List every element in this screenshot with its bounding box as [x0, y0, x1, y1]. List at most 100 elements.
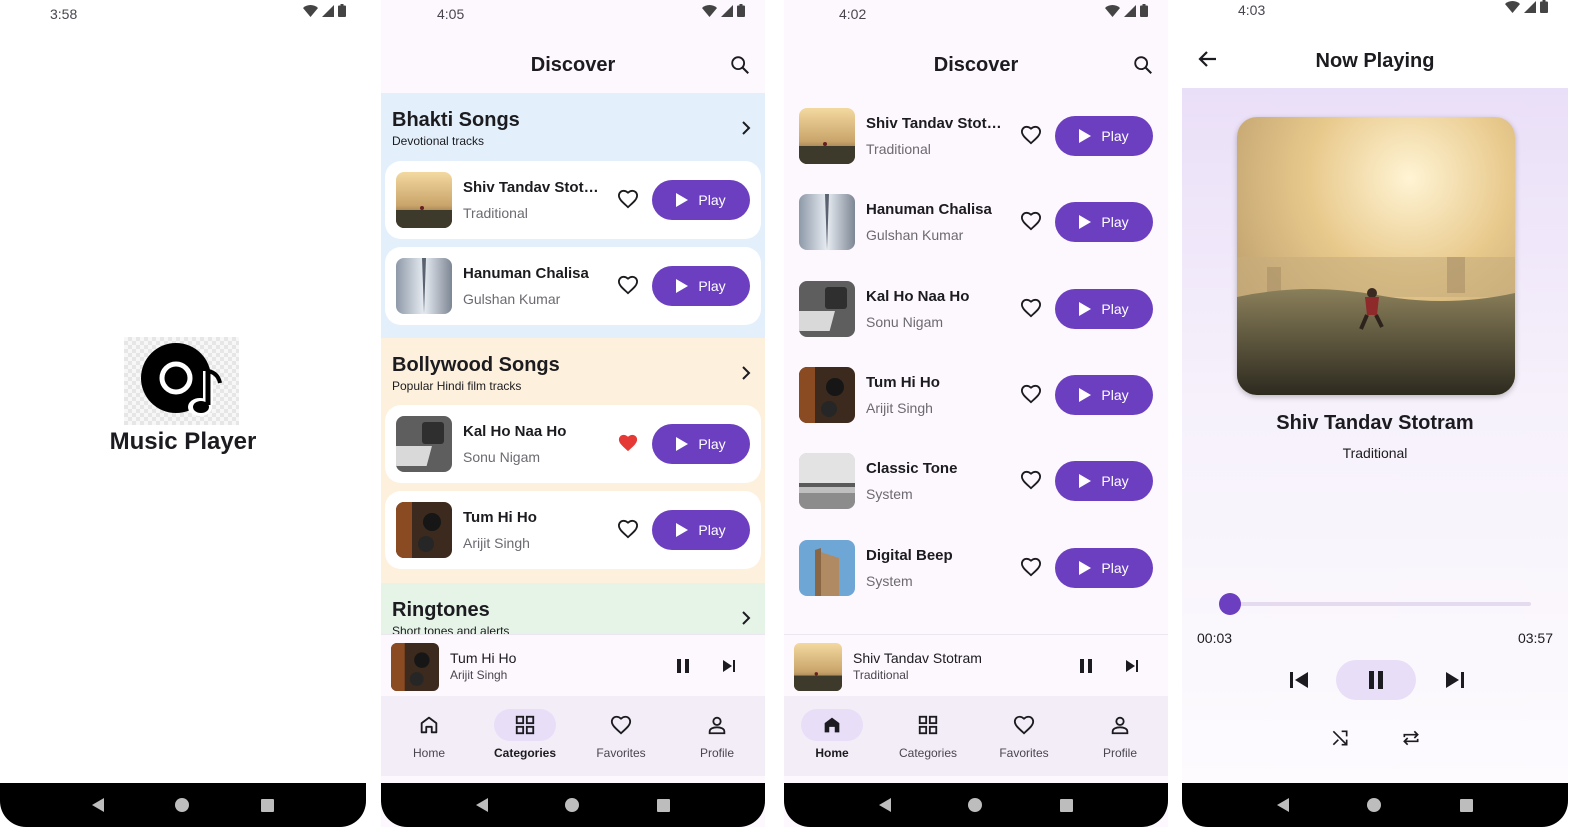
- play-button[interactable]: Play: [652, 510, 750, 550]
- back-nav-icon[interactable]: [1277, 798, 1290, 812]
- home-nav-icon[interactable]: [175, 798, 190, 812]
- play-button[interactable]: Play: [1055, 461, 1153, 501]
- play-icon: [676, 437, 689, 451]
- song-card[interactable]: Hanuman Chalisa Gulshan Kumar Play: [788, 183, 1164, 261]
- chevron-right-icon[interactable]: [739, 364, 753, 382]
- tab-favorites[interactable]: Favorites: [573, 696, 669, 776]
- tab-home[interactable]: Home: [381, 696, 477, 776]
- tab-categories[interactable]: Categories: [880, 696, 976, 776]
- album-art-building: [799, 194, 855, 250]
- home-screen: 4:02 Discover Shiv Tandav Stotr… Traditi…: [784, 0, 1168, 827]
- heart-outline-icon[interactable]: [1020, 125, 1042, 145]
- pause-button[interactable]: [1336, 660, 1416, 700]
- home-nav-icon[interactable]: [565, 798, 580, 812]
- song-card[interactable]: Tum Hi Ho Arijit Singh Play: [788, 356, 1164, 434]
- mini-player[interactable]: Shiv Tandav Stotram Traditional: [784, 634, 1168, 696]
- system-nav-bar: [784, 783, 1168, 827]
- recents-nav-icon[interactable]: [657, 798, 671, 812]
- play-icon: [1079, 215, 1092, 229]
- recents-nav-icon[interactable]: [261, 798, 275, 812]
- system-nav-bar: [0, 783, 366, 827]
- song-title: Kal Ho Naa Ho: [866, 288, 970, 305]
- play-icon: [676, 523, 689, 537]
- battery-icon: [737, 4, 745, 17]
- tab-profile[interactable]: Profile: [669, 696, 765, 776]
- back-nav-icon[interactable]: [878, 798, 891, 812]
- section-header[interactable]: Ringtones Short tones and alerts: [392, 599, 753, 634]
- song-title: Kal Ho Naa Ho: [463, 423, 567, 440]
- section-ringtones: Ringtones Short tones and alerts: [381, 583, 765, 634]
- album-art-sunset: [396, 172, 452, 228]
- recents-nav-icon[interactable]: [1459, 798, 1473, 812]
- play-button[interactable]: Play: [652, 424, 750, 464]
- section-header[interactable]: Bhakti Songs Devotional tracks: [392, 109, 753, 148]
- heart-outline-icon[interactable]: [1020, 211, 1042, 231]
- song-card[interactable]: Kal Ho Naa Ho Sonu Nigam Play: [788, 270, 1164, 348]
- home-nav-icon[interactable]: [1367, 798, 1382, 812]
- total-time: 03:57: [1517, 630, 1553, 646]
- repeat-icon[interactable]: [1401, 728, 1421, 748]
- mini-title: Shiv Tandav Stotram: [853, 650, 982, 666]
- song-card[interactable]: Hanuman Chalisa Gulshan Kumar Play: [385, 247, 761, 325]
- play-button[interactable]: Play: [1055, 548, 1153, 588]
- mini-artist: Traditional: [853, 668, 909, 682]
- pause-icon[interactable]: [675, 657, 691, 675]
- heart-outline-icon[interactable]: [617, 189, 639, 209]
- pause-icon[interactable]: [1078, 657, 1094, 675]
- song-title: Tum Hi Ho: [866, 374, 940, 391]
- skip-next-icon[interactable]: [1124, 657, 1140, 675]
- battery-icon: [338, 4, 346, 17]
- heart-outline-icon[interactable]: [1020, 470, 1042, 490]
- play-icon: [1079, 129, 1092, 143]
- back-nav-icon[interactable]: [475, 798, 488, 812]
- tab-label: Profile: [1102, 746, 1137, 760]
- pause-icon: [1369, 671, 1383, 689]
- progress-thumb[interactable]: [1218, 593, 1241, 615]
- heart-outline-icon[interactable]: [617, 519, 639, 539]
- search-icon[interactable]: [729, 54, 751, 76]
- recents-nav-icon[interactable]: [1060, 798, 1074, 812]
- heart-outline-icon[interactable]: [617, 275, 639, 295]
- mini-player[interactable]: Tum Hi Ho Arijit Singh: [381, 634, 765, 696]
- song-card[interactable]: Shiv Tandav Stotr… Traditional Play: [788, 97, 1164, 175]
- song-card[interactable]: Tum Hi Ho Arijit Singh Play: [385, 491, 761, 569]
- tab-profile[interactable]: Profile: [1072, 696, 1168, 776]
- chevron-right-icon[interactable]: [739, 609, 753, 627]
- song-card[interactable]: Classic Tone System Play: [788, 442, 1164, 520]
- play-button[interactable]: Play: [652, 266, 750, 306]
- song-card[interactable]: Kal Ho Naa Ho Sonu Nigam Play: [385, 405, 761, 483]
- heart-filled-icon[interactable]: [617, 433, 639, 453]
- skip-next-icon[interactable]: [721, 657, 737, 675]
- skip-next-icon[interactable]: [1444, 670, 1466, 690]
- bottom-navigation: Home Categories Favorites Profile: [381, 696, 765, 776]
- song-card[interactable]: Shiv Tandav Stotr… Traditional Play: [385, 161, 761, 239]
- tab-label: Favorites: [596, 746, 646, 760]
- heart-outline-icon[interactable]: [1020, 298, 1042, 318]
- chevron-right-icon[interactable]: [739, 119, 753, 137]
- play-button[interactable]: Play: [1055, 116, 1153, 156]
- status-bar: 4:05: [381, 0, 765, 28]
- play-button[interactable]: Play: [652, 180, 750, 220]
- tab-categories[interactable]: Categories: [477, 696, 573, 776]
- play-label: Play: [1101, 387, 1129, 403]
- tab-favorites[interactable]: Favorites: [976, 696, 1072, 776]
- grid-icon: [515, 715, 535, 735]
- section-header[interactable]: Bollywood Songs Popular Hindi film track…: [392, 354, 753, 393]
- song-card[interactable]: Digital Beep System Play: [788, 529, 1164, 607]
- heart-outline-icon[interactable]: [1020, 384, 1042, 404]
- skip-previous-icon[interactable]: [1288, 670, 1310, 690]
- shuffle-icon[interactable]: [1330, 728, 1350, 748]
- home-nav-icon[interactable]: [968, 798, 983, 812]
- back-nav-icon[interactable]: [91, 798, 104, 812]
- tab-home[interactable]: Home: [784, 696, 880, 776]
- play-button[interactable]: Play: [1055, 202, 1153, 242]
- heart-outline-icon[interactable]: [1020, 557, 1042, 577]
- play-button[interactable]: Play: [1055, 375, 1153, 415]
- play-label: Play: [698, 436, 726, 452]
- play-button[interactable]: Play: [1055, 289, 1153, 329]
- search-icon[interactable]: [1132, 54, 1154, 76]
- mini-album-art: [794, 643, 842, 691]
- battery-icon: [1540, 0, 1548, 13]
- progress-slider[interactable]: [1218, 593, 1531, 615]
- song-title: Shiv Tandav Stotr…: [463, 179, 603, 196]
